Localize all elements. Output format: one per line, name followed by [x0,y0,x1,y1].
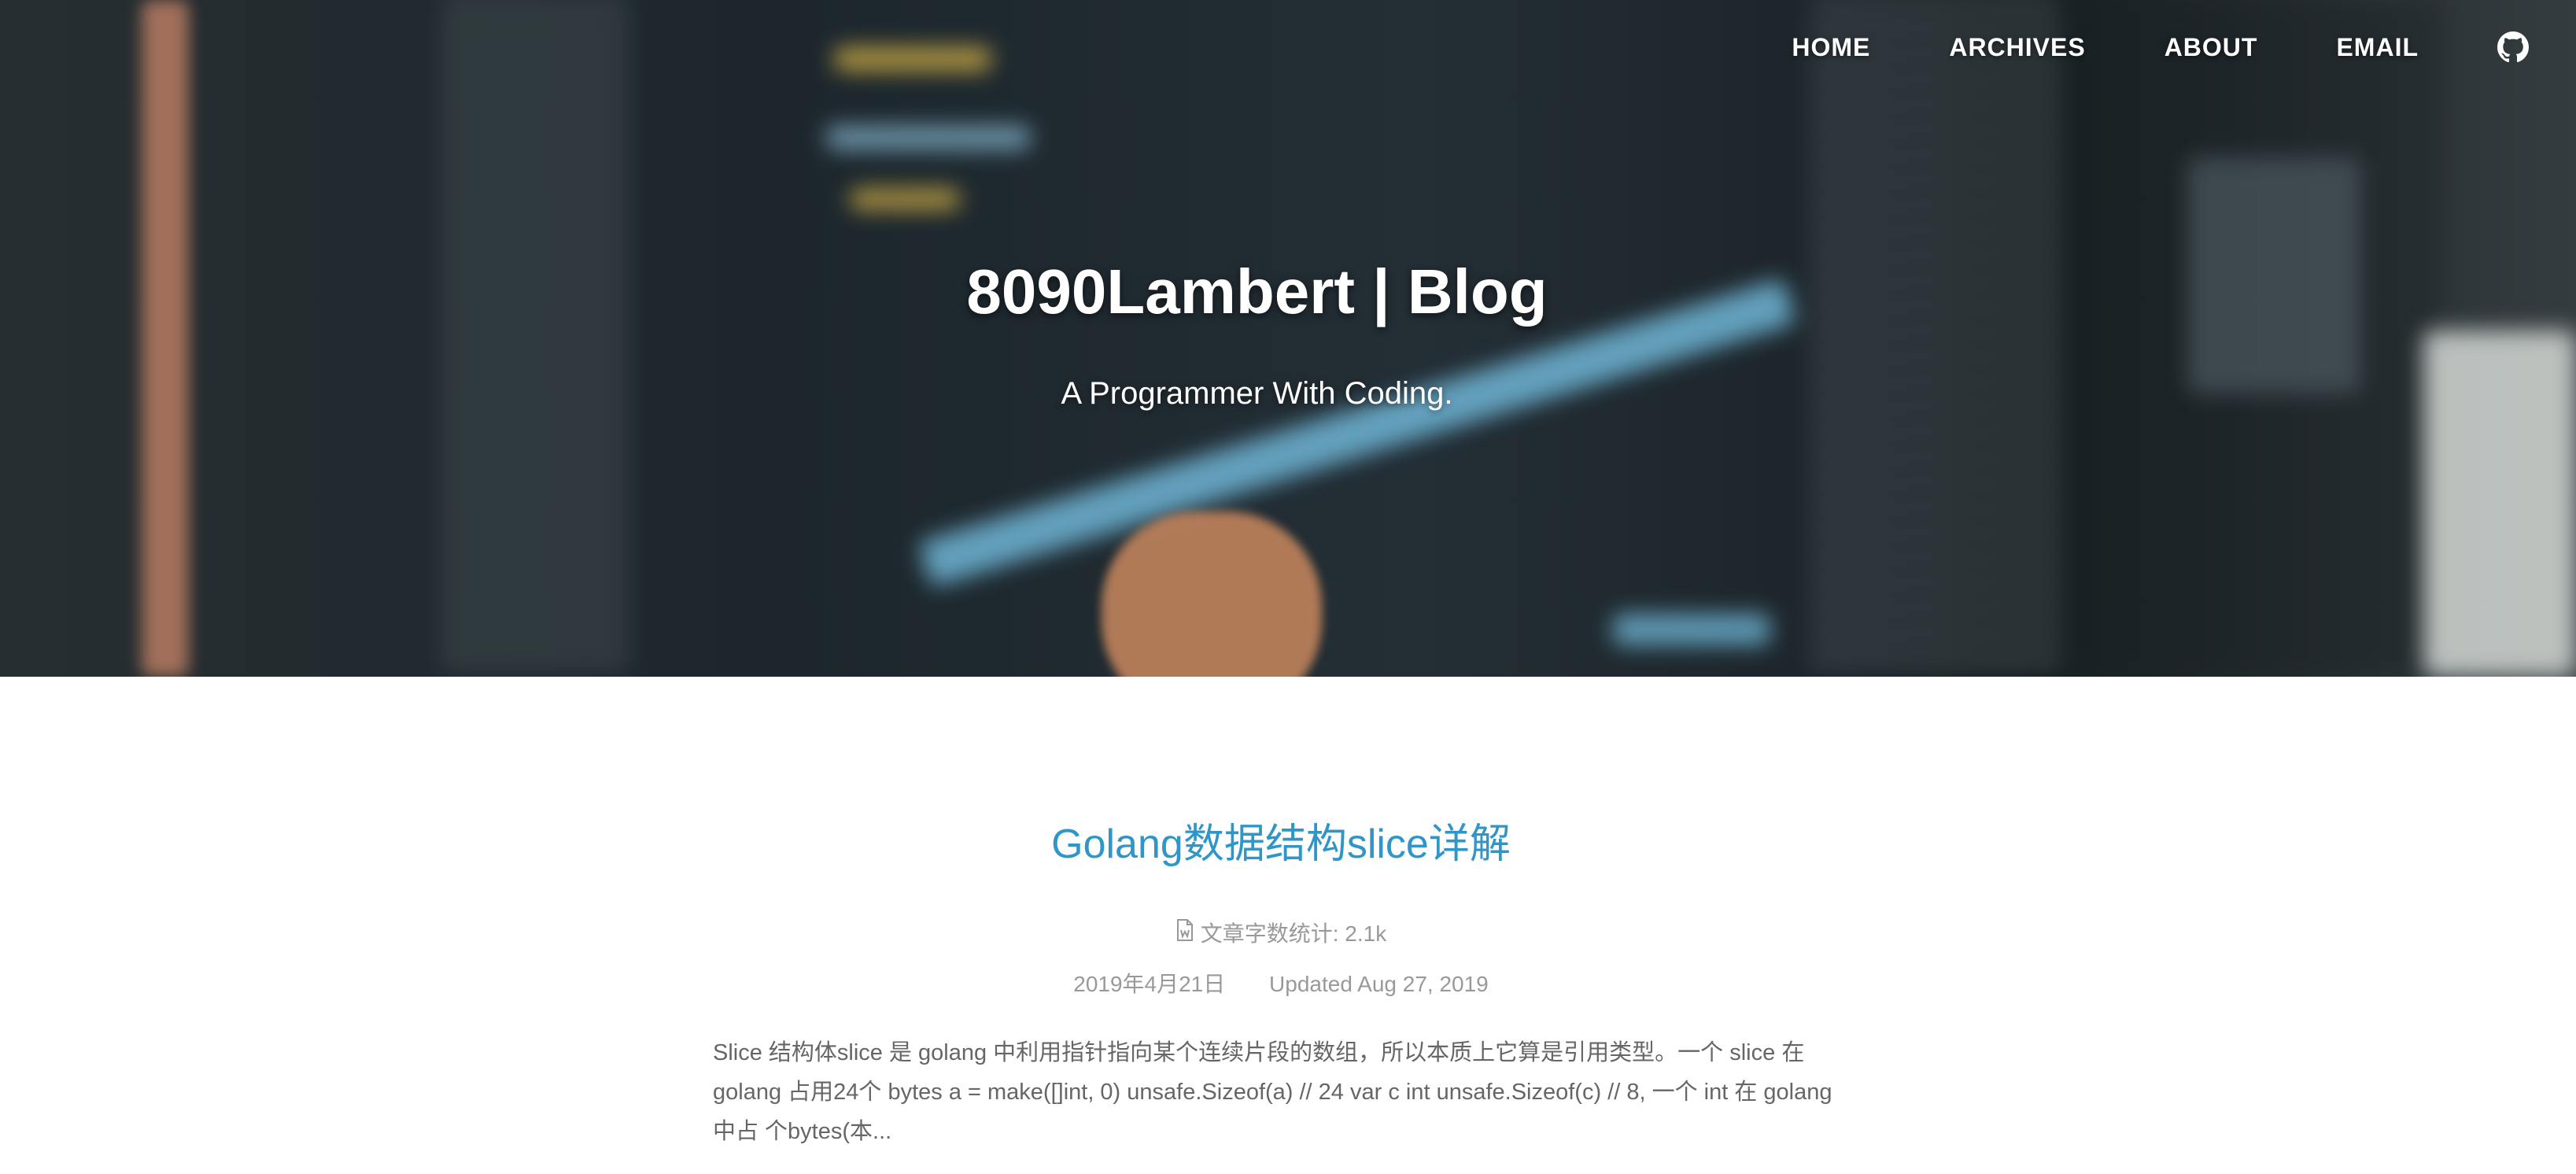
hero-banner: HOME ARCHIVES ABOUT EMAIL 8090Lambert | … [0,0,2576,677]
post-excerpt: Slice 结构体slice 是 golang 中利用指针指向某个连续片段的数组… [713,1040,1832,1144]
post-date: 2019年4月21日 [1073,972,1226,996]
site-subtitle: A Programmer With Coding. [1061,376,1453,411]
github-icon[interactable] [2497,31,2529,63]
post-word-count: 文章字数统计: 2.1k [713,917,1849,948]
document-icon [1175,918,1194,947]
nav-home-link[interactable]: HOME [1792,33,1870,62]
word-count-text: 文章字数统计: 2.1k [1200,921,1387,946]
top-nav: HOME ARCHIVES ABOUT EMAIL [1713,31,2529,63]
hero-overlay [0,0,2576,677]
site-title: 8090Lambert | Blog [966,257,1548,327]
post-dates: 2019年4月21日 Updated Aug 27, 2019 [713,967,1849,999]
nav-archives-link[interactable]: ARCHIVES [1949,33,2085,62]
post-card: Golang数据结构slice详解 文章字数统计: 2.1k 2019年4月21… [713,810,1849,1174]
nav-about-link[interactable]: ABOUT [2165,33,2258,62]
post-updated: Updated Aug 27, 2019 [1269,972,1489,996]
nav-email-link[interactable]: EMAIL [2336,33,2419,62]
post-title-link[interactable]: Golang数据结构slice详解 [713,810,1849,869]
